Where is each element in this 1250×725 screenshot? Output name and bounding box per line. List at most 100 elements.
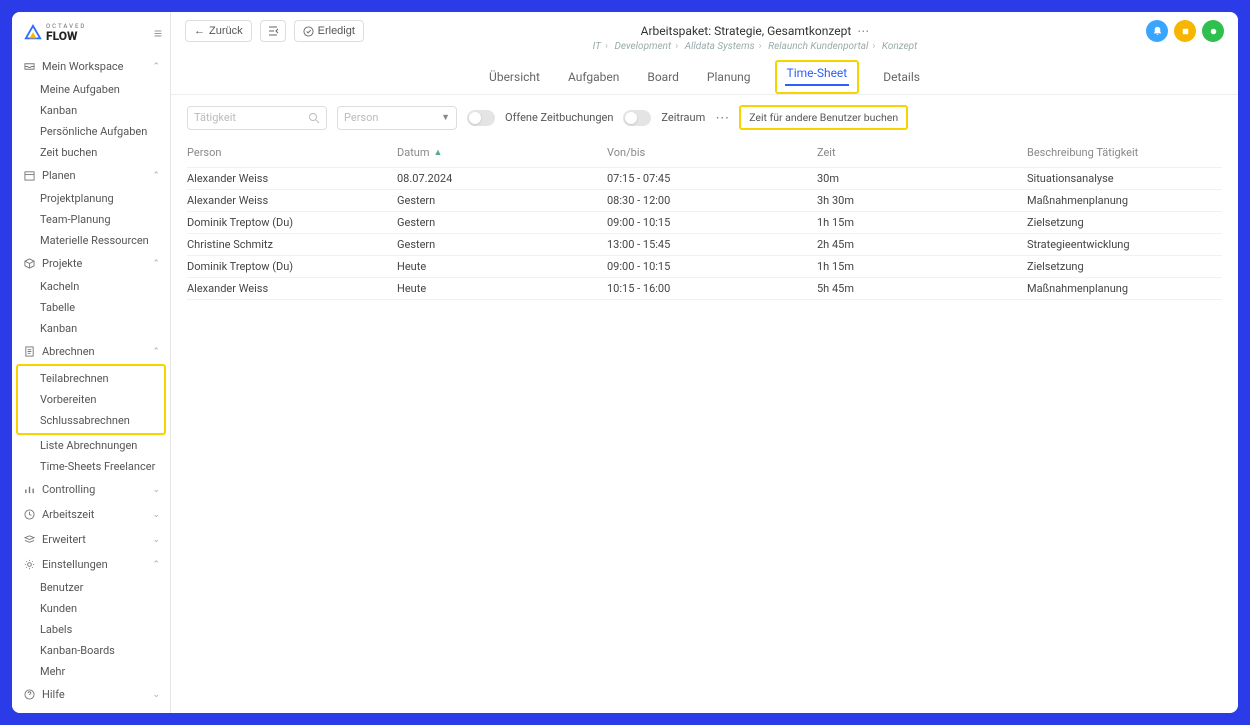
square-icon bbox=[1180, 26, 1191, 37]
clock-icon bbox=[24, 509, 36, 520]
cell-range: 09:00 - 10:15 bbox=[607, 216, 817, 229]
sidebar-item[interactable]: Benutzer bbox=[40, 577, 170, 598]
col-desc[interactable]: Beschreibung Tätigkeit bbox=[1027, 146, 1222, 159]
done-button[interactable]: Erledigt bbox=[294, 20, 364, 42]
col-range[interactable]: Von/bis bbox=[607, 146, 817, 159]
breadcrumb-item[interactable]: Alldata Systems bbox=[685, 41, 755, 52]
sidebar-item[interactable]: Labels bbox=[40, 619, 170, 640]
chevron-icon: ⌃ bbox=[152, 347, 160, 357]
open-bookings-label: Offene Zeitbuchungen bbox=[505, 111, 613, 124]
breadcrumb-item[interactable]: IT bbox=[593, 41, 601, 52]
sidebar-item[interactable]: Time-Sheets Freelancer bbox=[40, 456, 170, 477]
col-person[interactable]: Person bbox=[187, 146, 397, 159]
sidebar-section-hilfe[interactable]: Hilfe⌄ bbox=[12, 682, 170, 707]
calendar-icon bbox=[24, 170, 36, 181]
hamburger-icon[interactable]: ≡ bbox=[154, 25, 162, 42]
sidebar-section-erweitert[interactable]: Erweitert⌄ bbox=[12, 527, 170, 552]
activity-search-input[interactable]: Tätigkeit bbox=[187, 106, 327, 130]
sidebar-item[interactable]: Teilabrechnen bbox=[40, 368, 164, 389]
sidebar-item[interactable]: Kanban bbox=[40, 318, 170, 339]
cell-person: Alexander Weiss bbox=[187, 172, 397, 185]
table-row[interactable]: Alexander WeissHeute10:15 - 16:005h 45mM… bbox=[187, 278, 1222, 300]
tab-timesheet[interactable]: Time-Sheet bbox=[785, 66, 850, 86]
sidebar-section-planen[interactable]: Planen⌃ bbox=[12, 163, 170, 188]
chevron-icon: ⌃ bbox=[152, 259, 160, 269]
cell-person: Alexander Weiss bbox=[187, 194, 397, 207]
filter-more-icon[interactable]: ⋯ bbox=[715, 110, 729, 126]
sidebar-item[interactable]: Meine Aufgaben bbox=[40, 79, 170, 100]
timerange-toggle[interactable] bbox=[623, 110, 651, 126]
tab-board[interactable]: Board bbox=[643, 64, 683, 94]
tab-details[interactable]: Details bbox=[879, 64, 924, 94]
col-time[interactable]: Zeit bbox=[817, 146, 1027, 159]
notification-button[interactable] bbox=[1146, 20, 1168, 42]
sidebar-item[interactable]: Kanban bbox=[40, 100, 170, 121]
table-row[interactable]: Alexander Weiss08.07.202407:15 - 07:4530… bbox=[187, 168, 1222, 190]
person-placeholder: Person bbox=[344, 111, 378, 124]
cell-range: 07:15 - 07:45 bbox=[607, 172, 817, 185]
sidebar-item[interactable]: Liste Abrechnungen bbox=[40, 435, 170, 456]
sidebar-item[interactable]: Vorbereiten bbox=[40, 389, 164, 410]
cell-time: 3h 30m bbox=[817, 194, 1027, 207]
doc-icon bbox=[24, 346, 36, 357]
sidebar-section-projekte[interactable]: Projekte⌃ bbox=[12, 251, 170, 276]
logo-mark-icon bbox=[24, 24, 42, 42]
tab-uebersicht[interactable]: Übersicht bbox=[485, 64, 544, 94]
cell-desc: Situationsanalyse bbox=[1027, 172, 1222, 185]
breadcrumb-item[interactable]: Development bbox=[614, 41, 671, 52]
cell-date: Gestern bbox=[397, 216, 607, 229]
chevron-icon: ⌄ bbox=[152, 535, 160, 545]
sidebar-item[interactable]: Kunden bbox=[40, 598, 170, 619]
sidebar-item[interactable]: Materielle Ressourcen bbox=[40, 230, 170, 251]
open-bookings-toggle[interactable] bbox=[467, 110, 495, 126]
warning-button[interactable] bbox=[1174, 20, 1196, 42]
title-more-icon[interactable]: ⋯ bbox=[857, 24, 869, 38]
cell-date: Heute bbox=[397, 282, 607, 295]
sidebar-section-arbeitszeit[interactable]: Arbeitszeit⌄ bbox=[12, 502, 170, 527]
breadcrumb-item[interactable]: Relaunch Kundenportal bbox=[768, 41, 868, 52]
chevron-icon: ⌃ bbox=[152, 560, 160, 570]
sidebar-item[interactable]: Tabelle bbox=[40, 297, 170, 318]
sidebar-section-controlling[interactable]: Controlling⌄ bbox=[12, 477, 170, 502]
back-button[interactable]: ← Zurück bbox=[185, 20, 252, 42]
sidebar-section-einstellungen[interactable]: Einstellungen⌃ bbox=[12, 552, 170, 577]
table-row[interactable]: Christine SchmitzGestern13:00 - 15:452h … bbox=[187, 234, 1222, 256]
help-icon bbox=[24, 689, 36, 700]
breadcrumb-item[interactable]: Konzept bbox=[882, 41, 917, 52]
sidebar-item[interactable]: Kanban-Boards bbox=[40, 640, 170, 661]
cell-person: Dominik Treptow (Du) bbox=[187, 260, 397, 273]
check-circle-icon bbox=[303, 26, 314, 37]
sidebar-item[interactable]: Zeit buchen bbox=[40, 142, 170, 163]
done-label: Erledigt bbox=[318, 25, 355, 37]
sidebar-section-mein-workspace[interactable]: Mein Workspace⌃ bbox=[12, 54, 170, 79]
back-label: Zurück bbox=[209, 25, 243, 37]
search-icon bbox=[308, 112, 320, 124]
sidebar-item[interactable]: Persönliche Aufgaben bbox=[40, 121, 170, 142]
tab-planung[interactable]: Planung bbox=[703, 64, 755, 94]
col-date[interactable]: Datum▲ bbox=[397, 146, 607, 159]
person-select[interactable]: Person ▼ bbox=[337, 106, 457, 130]
cell-person: Alexander Weiss bbox=[187, 282, 397, 295]
table-row[interactable]: Dominik Treptow (Du)Gestern09:00 - 10:15… bbox=[187, 212, 1222, 234]
sidebar-item[interactable]: Mehr bbox=[40, 661, 170, 682]
chevron-icon: ⌄ bbox=[152, 510, 160, 520]
table-row[interactable]: Alexander WeissGestern08:30 - 12:003h 30… bbox=[187, 190, 1222, 212]
cell-range: 10:15 - 16:00 bbox=[607, 282, 817, 295]
brand-logo: OCTAVED FLOW bbox=[24, 24, 86, 42]
sidebar-item[interactable]: Kacheln bbox=[40, 276, 170, 297]
stack-icon bbox=[24, 534, 36, 545]
status-button[interactable] bbox=[1202, 20, 1224, 42]
sort-asc-icon: ▲ bbox=[434, 147, 443, 158]
sidebar-item[interactable]: Team-Planung bbox=[40, 209, 170, 230]
outdent-button[interactable] bbox=[260, 20, 286, 42]
arrow-left-icon: ← bbox=[194, 25, 205, 37]
sidebar-item[interactable]: Projektplanung bbox=[40, 188, 170, 209]
sidebar-item[interactable]: Schlussabrechnen bbox=[40, 410, 164, 431]
book-other-user-button[interactable]: Zeit für andere Benutzer buchen bbox=[739, 105, 908, 130]
cell-date: Heute bbox=[397, 260, 607, 273]
tabs: Übersicht Aufgaben Board Planung Time-Sh… bbox=[171, 52, 1238, 95]
tab-aufgaben[interactable]: Aufgaben bbox=[564, 64, 623, 94]
table-row[interactable]: Dominik Treptow (Du)Heute09:00 - 10:151h… bbox=[187, 256, 1222, 278]
cell-time: 30m bbox=[817, 172, 1027, 185]
sidebar-section-abrechnen[interactable]: Abrechnen⌃ bbox=[12, 339, 170, 364]
